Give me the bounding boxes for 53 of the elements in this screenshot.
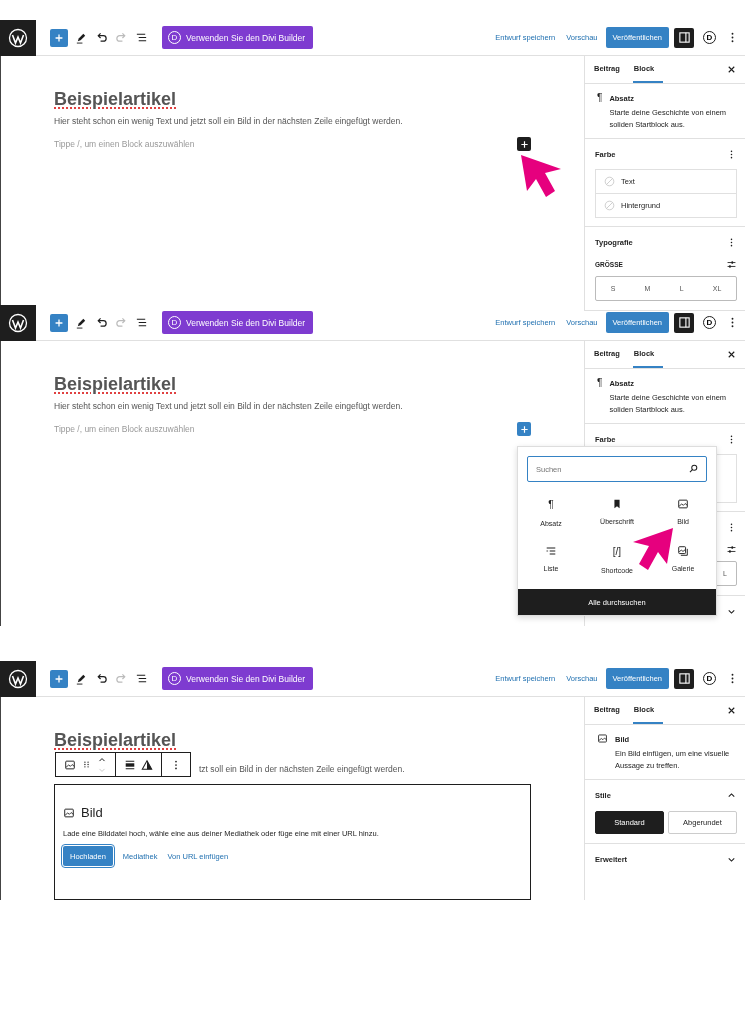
drag-handle-icon[interactable] bbox=[81, 759, 92, 770]
close-icon[interactable] bbox=[726, 64, 737, 75]
sidebar-icon bbox=[677, 672, 691, 685]
sliders-icon[interactable] bbox=[726, 258, 737, 270]
site-logo[interactable] bbox=[0, 304, 36, 341]
site-logo[interactable] bbox=[0, 19, 36, 56]
divi-builder-button[interactable]: D Verwenden Sie den Divi Builder bbox=[162, 667, 314, 690]
paragraph-text: tzt soll ein Bild in der nächsten Zeile eingefügt werden. bbox=[199, 764, 406, 774]
block-type-icon: [/] bbox=[612, 545, 622, 559]
undo-icon[interactable] bbox=[95, 316, 108, 329]
settings-toggle-button[interactable] bbox=[674, 27, 694, 48]
gallery-icon[interactable] bbox=[677, 545, 689, 557]
post-title: Beispielartikel bbox=[54, 730, 178, 751]
settings-toggle-button[interactable] bbox=[674, 668, 694, 689]
list-icon[interactable] bbox=[545, 545, 557, 557]
bookmark-icon[interactable] bbox=[611, 498, 623, 510]
block-type-icon: ¶ bbox=[597, 92, 603, 131]
image-icon[interactable] bbox=[64, 758, 76, 771]
pencil-icon[interactable] bbox=[75, 316, 88, 329]
sliders-icon[interactable] bbox=[726, 543, 737, 555]
sidebar-icon bbox=[677, 316, 691, 329]
plus-icon bbox=[518, 423, 530, 435]
close-icon[interactable] bbox=[726, 705, 737, 716]
image-icon bbox=[597, 733, 608, 744]
post-title: Beispielartikel bbox=[54, 89, 178, 110]
pencil-icon[interactable] bbox=[75, 31, 88, 44]
block-title: Bild bbox=[81, 805, 103, 820]
contrast-icon[interactable] bbox=[141, 758, 153, 771]
block-type-icon: ¶ bbox=[548, 498, 554, 512]
divi-builder-button[interactable]: D Verwenden Sie den Divi Builder bbox=[162, 26, 314, 49]
image-icon bbox=[63, 806, 75, 819]
sidebar-icon bbox=[677, 31, 691, 44]
add-block-button[interactable] bbox=[517, 137, 531, 151]
list-view-icon[interactable] bbox=[135, 316, 148, 329]
align-icon[interactable] bbox=[124, 758, 136, 771]
no-color-icon bbox=[604, 176, 615, 187]
settings-toggle-button[interactable] bbox=[674, 312, 694, 333]
pencil-icon[interactable] bbox=[75, 672, 88, 685]
undo-icon[interactable] bbox=[95, 31, 108, 44]
paragraph-text: Hier steht schon ein wenig Text und jetzt soll ein Bild in der nächsten Zeile eingefügt werden. bbox=[54, 401, 404, 411]
image-icon bbox=[677, 498, 689, 510]
block-type-icon: ¶ bbox=[597, 377, 603, 416]
divi-builder-button[interactable]: D Verwenden Sie den Divi Builder bbox=[162, 311, 314, 334]
plus-icon bbox=[518, 138, 530, 150]
list-view-icon[interactable] bbox=[135, 672, 148, 685]
no-color-icon bbox=[604, 200, 615, 211]
paragraph-text: Hier steht schon ein wenig Text und jetzt soll ein Bild in der nächsten Zeile eingefügt werden. bbox=[54, 116, 404, 126]
search-icon bbox=[688, 463, 699, 474]
close-icon[interactable] bbox=[726, 349, 737, 360]
undo-icon[interactable] bbox=[95, 672, 108, 685]
list-view-icon[interactable] bbox=[135, 31, 148, 44]
post-title: Beispielartikel bbox=[54, 374, 178, 395]
site-logo[interactable] bbox=[0, 660, 36, 697]
